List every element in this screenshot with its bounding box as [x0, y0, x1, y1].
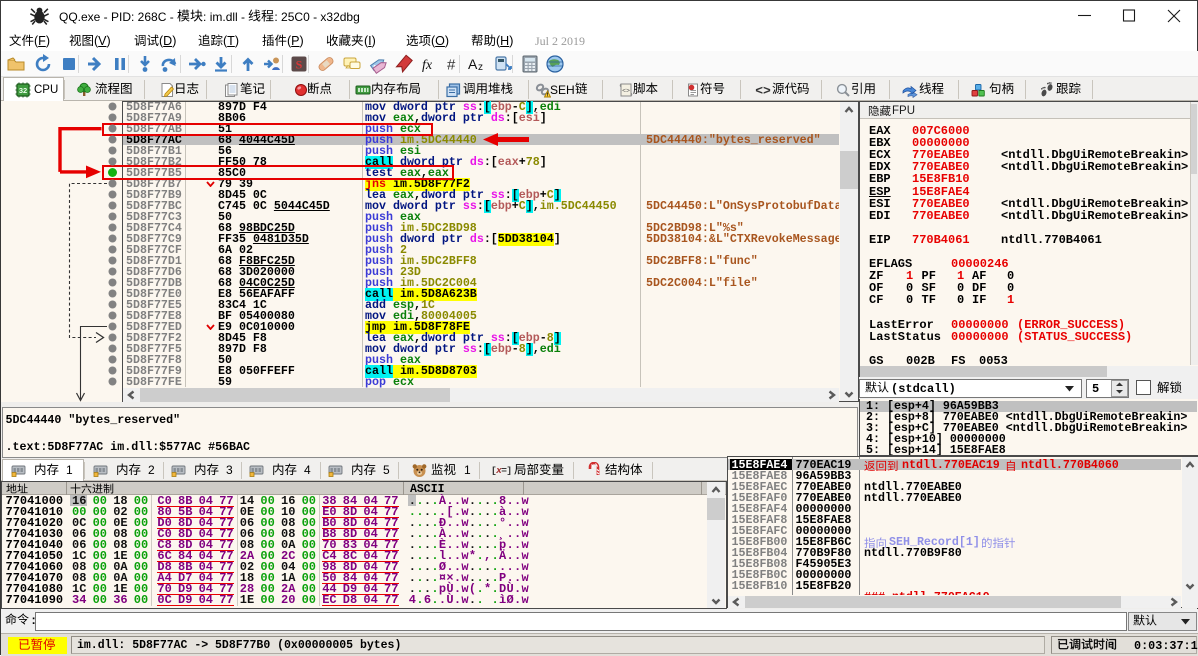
svg-text:A: A — [468, 56, 478, 72]
svg-text:<>: <> — [755, 84, 771, 99]
svg-text:32: 32 — [19, 86, 27, 95]
svg-text:<>: <> — [622, 88, 630, 95]
svg-text:#: # — [447, 57, 456, 74]
svg-text:S: S — [296, 58, 303, 72]
svg-text:z: z — [478, 62, 483, 73]
svg-text:fx: fx — [422, 58, 433, 73]
